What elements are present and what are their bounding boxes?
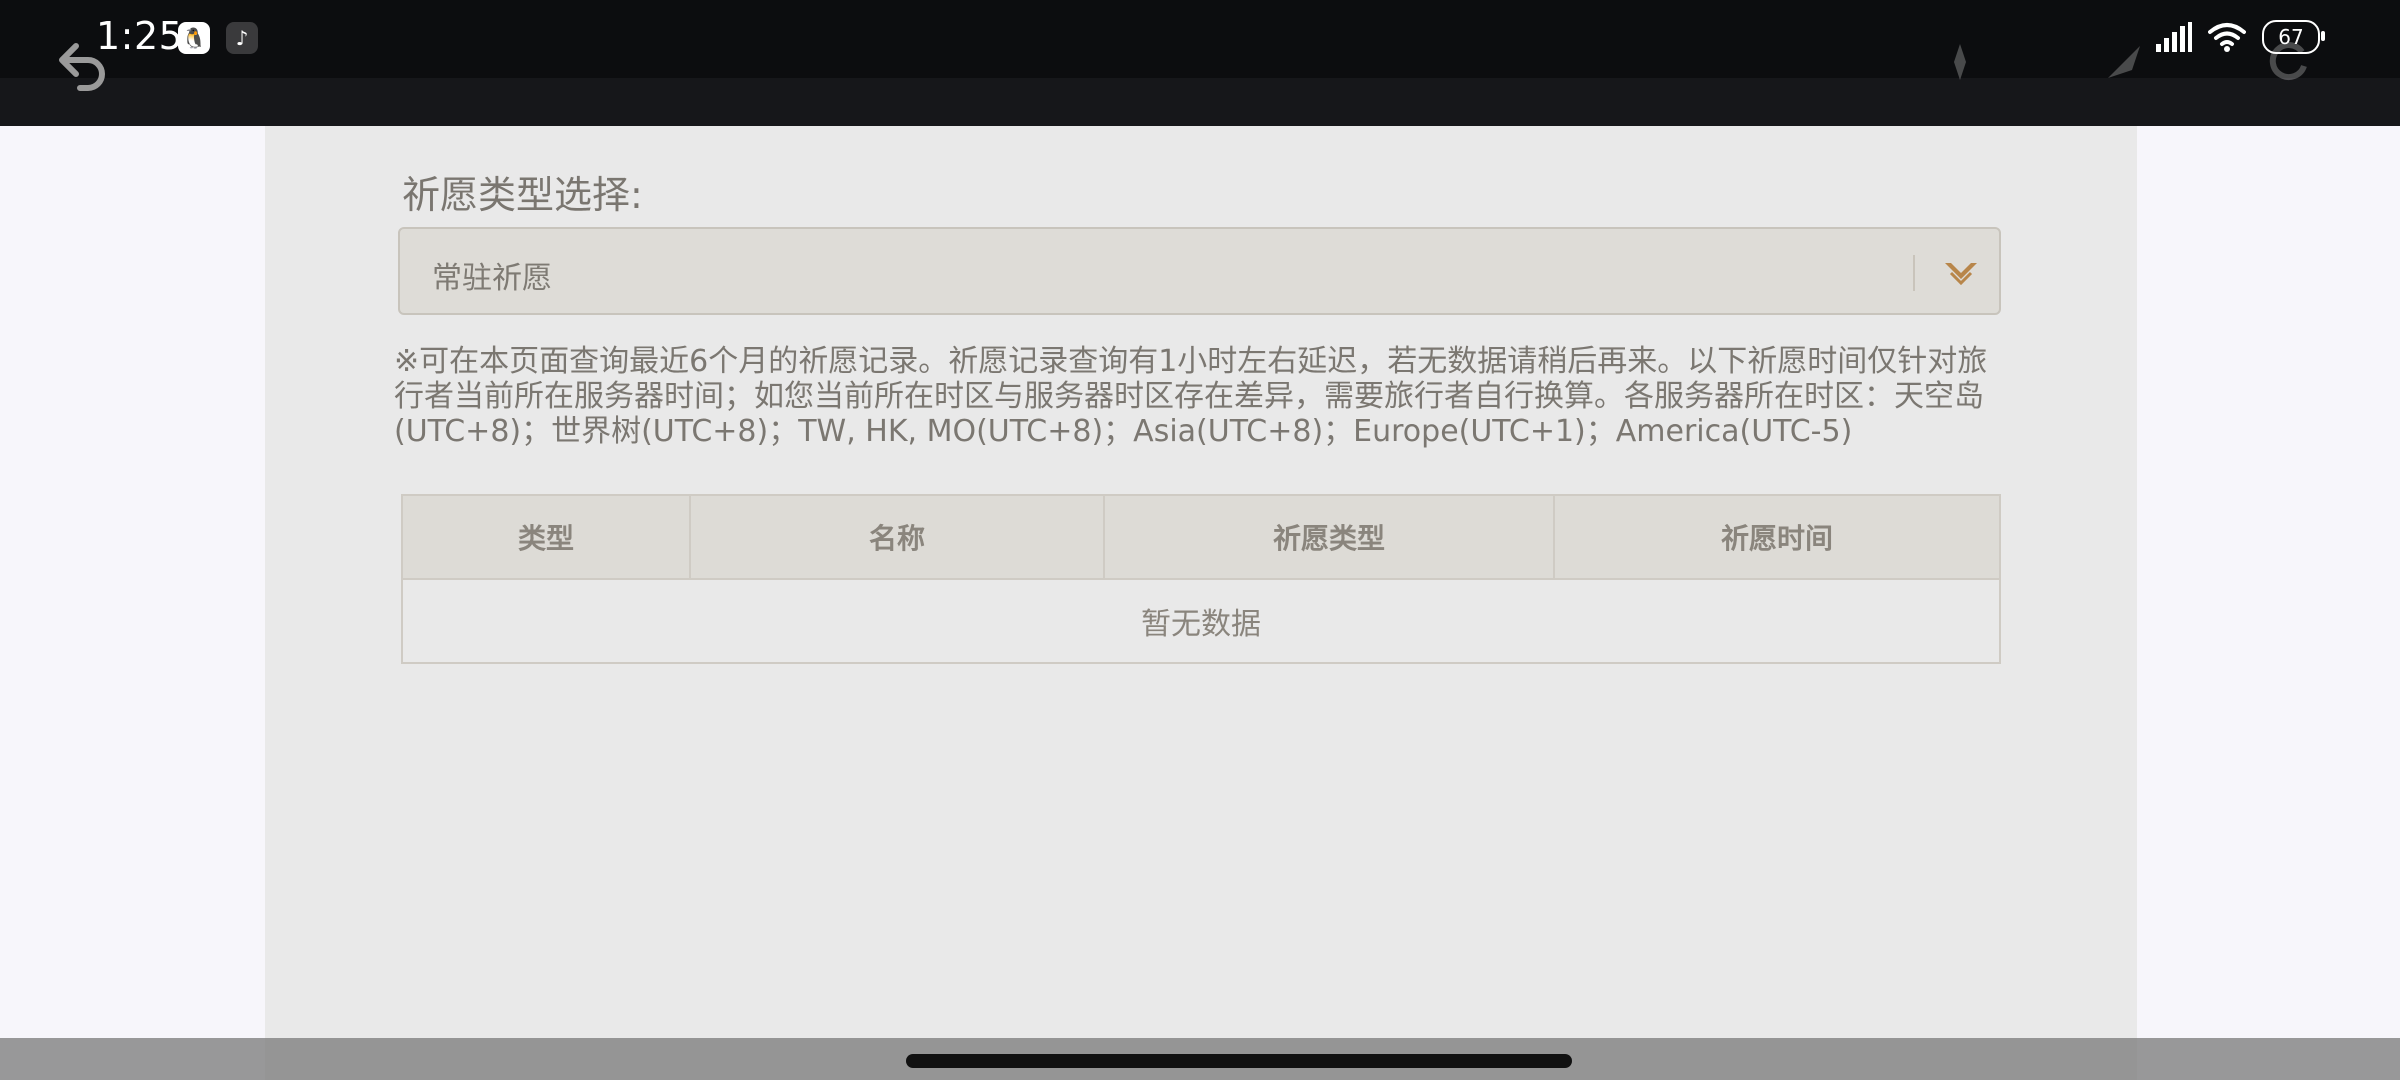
- wish-type-label: 祈愿类型选择:: [402, 173, 643, 217]
- wish-history-panel: 祈愿类型选择: 常驻祈愿 ※可在本页面查询最近6个月的祈愿记录。祈愿记录查询有1…: [265, 126, 2137, 1080]
- wifi-icon: [2208, 23, 2246, 52]
- select-divider: [1913, 255, 1915, 291]
- qq-icon: 🐧: [178, 22, 210, 54]
- system-indicators: 67: [2156, 20, 2325, 54]
- top-toolbar: [0, 78, 2400, 126]
- status-bar: 1:25 🐧 ♪ 67: [0, 0, 2400, 126]
- column-header-wish-type: 祈愿类型: [1105, 496, 1555, 578]
- wish-notice-text: ※可在本页面查询最近6个月的祈愿记录。祈愿记录查询有1小时左右延迟，若无数据请稍…: [394, 344, 1988, 449]
- clock: 1:25: [96, 14, 184, 58]
- wish-type-select[interactable]: 常驻祈愿: [398, 227, 2001, 315]
- signal-icon: [2156, 22, 2192, 52]
- gesture-navigation-bar: [0, 1038, 2400, 1080]
- column-header-type: 类型: [403, 496, 691, 578]
- battery-indicator: 67: [2262, 20, 2325, 54]
- wish-type-selected-value: 常驻祈愿: [432, 261, 552, 296]
- wish-history-table: 类型 名称 祈愿类型 祈愿时间 暂无数据: [401, 494, 2001, 664]
- chevron-down-icon[interactable]: [1941, 257, 1981, 289]
- tiktok-icon: ♪: [226, 22, 258, 54]
- column-header-wish-time: 祈愿时间: [1720, 522, 1833, 555]
- diamond-icon[interactable]: [2102, 40, 2146, 84]
- home-indicator[interactable]: [906, 1054, 1572, 1068]
- column-header-name: 名称: [691, 496, 1105, 578]
- table-empty-row: 暂无数据: [403, 580, 1999, 662]
- sparkle-icon[interactable]: [1938, 40, 1982, 84]
- table-header: 类型 名称 祈愿类型 祈愿时间: [403, 496, 1999, 580]
- page-content: 祈愿类型选择: 常驻祈愿 ※可在本页面查询最近6个月的祈愿记录。祈愿记录查询有1…: [0, 126, 2400, 1080]
